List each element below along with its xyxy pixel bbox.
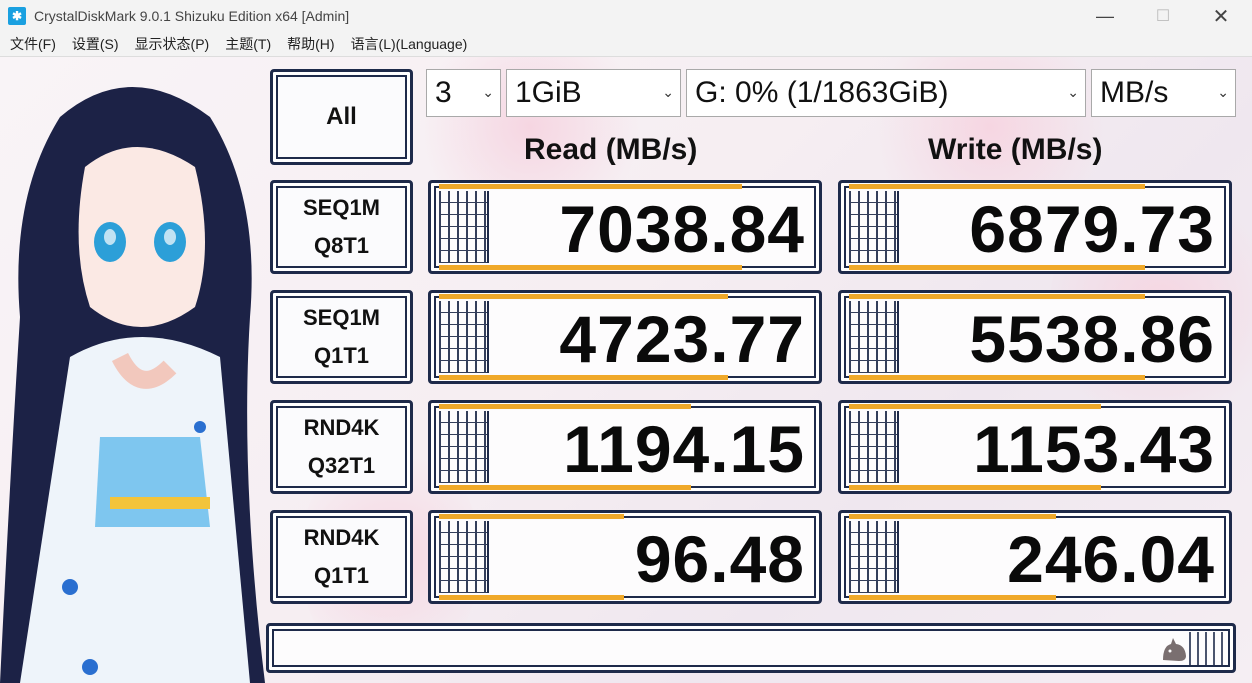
progress-bar-top bbox=[849, 404, 1101, 409]
test-label-line1: RND4K bbox=[303, 525, 380, 550]
menu-help[interactable]: 帮助(H) bbox=[287, 34, 334, 54]
close-button[interactable]: ✕ bbox=[1192, 0, 1250, 32]
test-button-rnd4k-q32t1[interactable]: RND4K Q32T1 bbox=[270, 400, 413, 494]
write-value: 6879.73 bbox=[969, 192, 1215, 266]
progress-bar-bottom bbox=[439, 485, 691, 490]
progress-bar-top bbox=[439, 294, 728, 299]
progress-bar-bottom bbox=[439, 595, 624, 600]
write-value: 5538.86 bbox=[969, 302, 1215, 376]
menu-file[interactable]: 文件(F) bbox=[10, 34, 56, 54]
progress-bar-top bbox=[439, 184, 742, 189]
test-label-line2: Q1T1 bbox=[313, 563, 370, 588]
result-pattern bbox=[439, 411, 487, 483]
result-divider bbox=[897, 411, 899, 483]
progress-bar-bottom bbox=[849, 265, 1145, 270]
window-title: CrystalDiskMark 9.0.1 Shizuku Edition x6… bbox=[34, 8, 350, 24]
all-button[interactable]: All bbox=[270, 69, 413, 165]
progress-bar-top bbox=[439, 514, 624, 519]
chevron-down-icon: ⌄ bbox=[1217, 84, 1229, 100]
result-divider bbox=[897, 191, 899, 263]
test-size-value: 1GiB bbox=[515, 76, 582, 109]
progress-bar-top bbox=[439, 404, 691, 409]
read-result-rnd4k-q1t1: 96.48 bbox=[428, 510, 822, 604]
test-count-select[interactable]: 3 ⌄ bbox=[426, 69, 501, 117]
progress-bar-bottom bbox=[849, 485, 1101, 490]
read-result-rnd4k-q32t1: 1194.15 bbox=[428, 400, 822, 494]
result-pattern bbox=[849, 301, 897, 373]
write-value: 1153.43 bbox=[973, 412, 1215, 486]
write-result-seq1m-q8t1: 6879.73 bbox=[838, 180, 1232, 274]
progress-bar-bottom bbox=[439, 265, 742, 270]
comment-field[interactable] bbox=[266, 623, 1236, 673]
test-count-value: 3 bbox=[435, 76, 452, 109]
test-label-line1: SEQ1M bbox=[302, 305, 381, 330]
chevron-down-icon: ⌄ bbox=[482, 84, 494, 100]
test-label-line1: SEQ1M bbox=[302, 195, 381, 220]
test-size-select[interactable]: 1GiB ⌄ bbox=[506, 69, 681, 117]
write-result-rnd4k-q1t1: 246.04 bbox=[838, 510, 1232, 604]
test-button-seq1m-q1t1[interactable]: SEQ1M Q1T1 bbox=[270, 290, 413, 384]
write-header: Write (MB/s) bbox=[928, 133, 1103, 166]
result-pattern bbox=[439, 191, 487, 263]
write-result-seq1m-q1t1: 5538.86 bbox=[838, 290, 1232, 384]
read-result-seq1m-q8t1: 7038.84 bbox=[428, 180, 822, 274]
read-value: 96.48 bbox=[634, 522, 805, 596]
minimize-button[interactable]: — bbox=[1076, 0, 1134, 32]
result-divider bbox=[897, 521, 899, 593]
read-result-seq1m-q1t1: 4723.77 bbox=[428, 290, 822, 384]
test-label-line2: Q8T1 bbox=[313, 233, 370, 258]
menu-display[interactable]: 显示状态(P) bbox=[135, 34, 210, 54]
unit-select[interactable]: MB/s ⌄ bbox=[1091, 69, 1236, 117]
shizuku-character-illustration bbox=[0, 87, 265, 683]
drive-value: G: 0% (1/1863GiB) bbox=[695, 76, 949, 109]
result-divider bbox=[487, 191, 489, 263]
drive-select[interactable]: G: 0% (1/1863GiB) ⌄ bbox=[686, 69, 1086, 117]
write-result-rnd4k-q32t1: 1153.43 bbox=[838, 400, 1232, 494]
progress-bar-bottom bbox=[849, 375, 1145, 380]
result-divider bbox=[897, 301, 899, 373]
test-button-rnd4k-q1t1[interactable]: RND4K Q1T1 bbox=[270, 510, 413, 604]
result-divider bbox=[487, 411, 489, 483]
progress-bar-top bbox=[849, 184, 1145, 189]
menu-language[interactable]: 语言(L)(Language) bbox=[351, 34, 468, 54]
test-label-line2: Q32T1 bbox=[307, 453, 376, 478]
menu-bar: 文件(F) 设置(S) 显示状态(P) 主题(T) 帮助(H) 语言(L)(La… bbox=[0, 32, 1252, 57]
progress-bar-top bbox=[849, 514, 1056, 519]
main-panel: All 3 ⌄ 1GiB ⌄ G: 0% (1/1863GiB) ⌄ MB/s … bbox=[0, 57, 1252, 683]
comment-pattern bbox=[1189, 632, 1223, 666]
unit-value: MB/s bbox=[1100, 76, 1169, 109]
result-pattern bbox=[849, 521, 897, 593]
menu-theme[interactable]: 主题(T) bbox=[225, 34, 271, 54]
result-pattern bbox=[849, 191, 897, 263]
result-divider bbox=[487, 301, 489, 373]
progress-bar-top bbox=[849, 294, 1145, 299]
read-value: 4723.77 bbox=[559, 302, 805, 376]
read-header: Read (MB/s) bbox=[524, 133, 698, 166]
result-divider bbox=[487, 521, 489, 593]
title-bar: ✱ CrystalDiskMark 9.0.1 Shizuku Edition … bbox=[0, 0, 1252, 32]
read-value: 1194.15 bbox=[563, 412, 805, 486]
cat-icon bbox=[1163, 638, 1186, 661]
test-button-seq1m-q8t1[interactable]: SEQ1M Q8T1 bbox=[270, 180, 413, 274]
crystaldiskmark-icon: ✱ bbox=[8, 7, 26, 25]
progress-bar-bottom bbox=[849, 595, 1056, 600]
result-pattern bbox=[849, 411, 897, 483]
write-value: 246.04 bbox=[1007, 522, 1215, 596]
test-label-line2: Q1T1 bbox=[313, 343, 370, 368]
chevron-down-icon: ⌄ bbox=[1067, 84, 1079, 100]
menu-settings[interactable]: 设置(S) bbox=[72, 34, 119, 54]
result-pattern bbox=[439, 301, 487, 373]
result-pattern bbox=[439, 521, 487, 593]
progress-bar-bottom bbox=[439, 375, 728, 380]
maximize-button[interactable]: ☐ bbox=[1134, 0, 1192, 32]
test-label-line1: RND4K bbox=[303, 415, 380, 440]
read-value: 7038.84 bbox=[559, 192, 805, 266]
chevron-down-icon: ⌄ bbox=[662, 84, 674, 100]
